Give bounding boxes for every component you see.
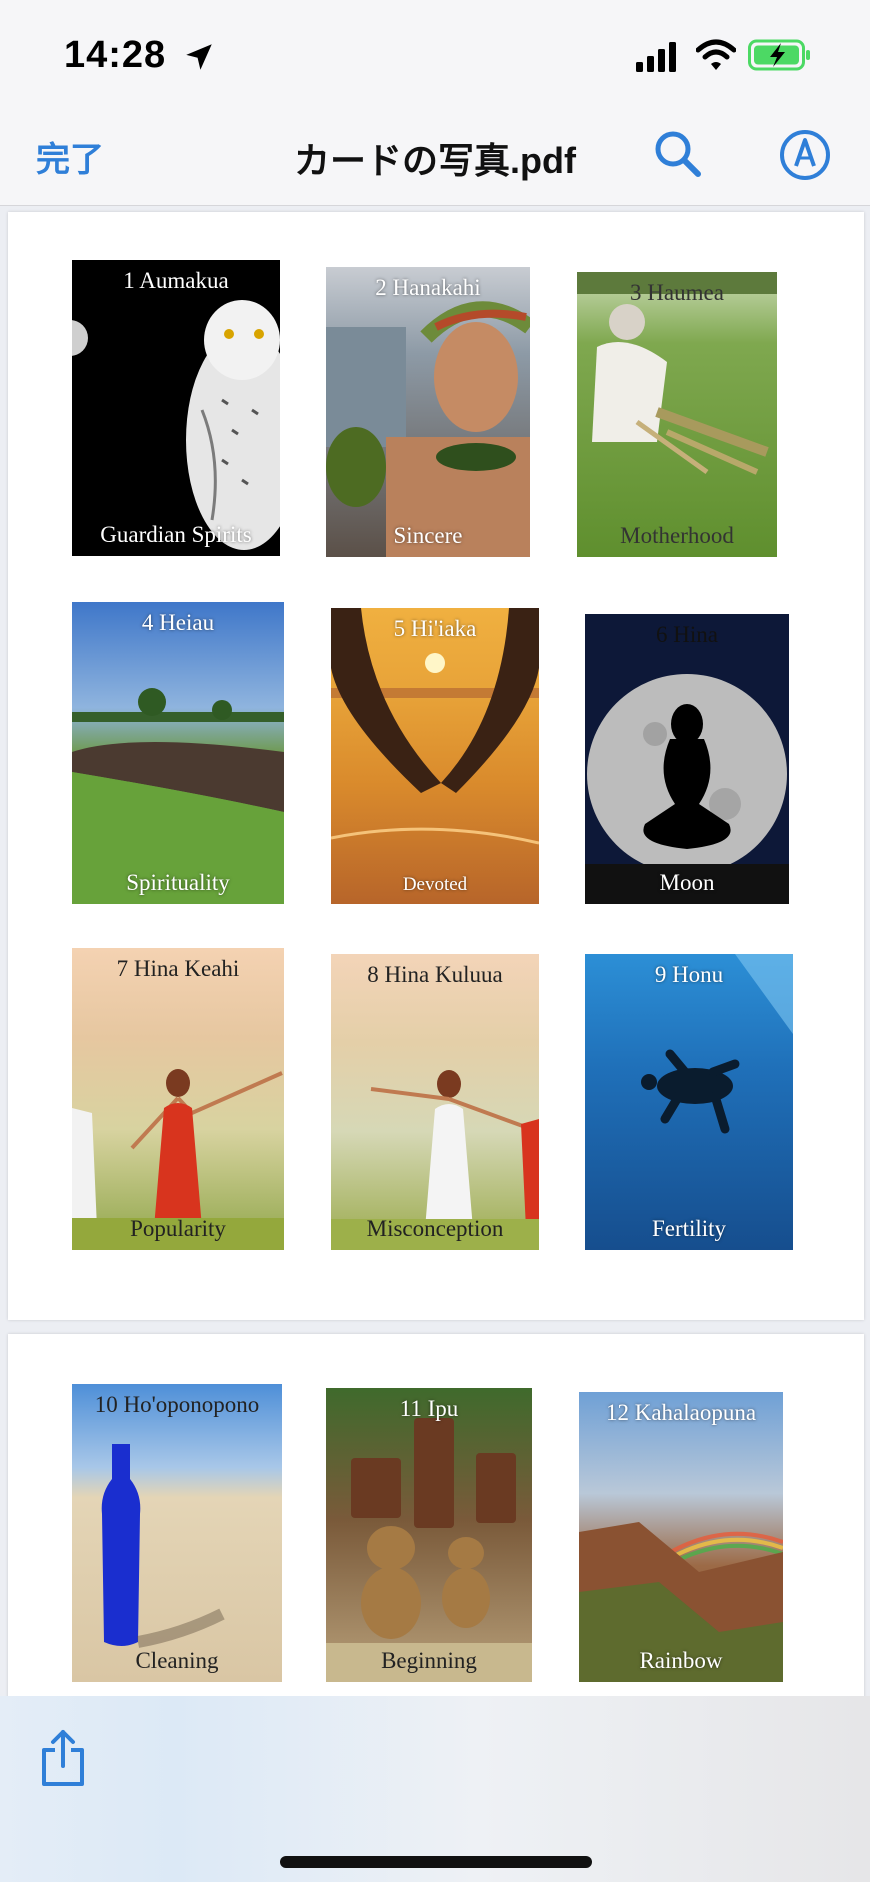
card-kahalaopuna: 12 Kahalaopuna Rainbow: [579, 1392, 783, 1682]
card-caption: Misconception: [366, 1216, 504, 1241]
card-aumakua: 1 Aumakua Guardian Spirits: [72, 260, 280, 556]
ipu-gourd-drums-image: [326, 1418, 532, 1682]
card-title: 11 Ipu: [399, 1396, 459, 1421]
sea-turtle-image: [641, 954, 793, 1134]
card-caption: Fertility: [651, 1216, 727, 1241]
card-title: 6 Hina: [656, 622, 718, 647]
card-hanakahi: 2 Hanakahi Sincere: [326, 267, 530, 557]
holding-hands-sunset-image: [331, 608, 539, 845]
card-honu: 9 Honu Fertility: [585, 954, 793, 1250]
hula-dancer-image: [326, 301, 530, 557]
status-bar: 14:28: [0, 0, 870, 110]
blue-bottle-image: [101, 1444, 225, 1648]
card-hina-keahi: 7 Hina Keahi Popularity: [72, 948, 284, 1250]
card-caption: Sincere: [393, 523, 463, 548]
markup-pen-icon[interactable]: [778, 128, 832, 182]
card-title: 7 Hina Keahi: [116, 956, 240, 981]
card-hina-kuluua: 8 Hina Kuluua Misconception: [331, 954, 539, 1250]
card-title: 3 Haumea: [630, 280, 724, 305]
card-title: 8 Hina Kuluua: [367, 962, 503, 987]
women-in-dresses-image: [72, 1069, 284, 1250]
bottom-toolbar: [0, 1696, 870, 1882]
pdf-page-2: 10 Ho'oponopono Cleaning 11 Ipu Beginnin…: [8, 1334, 864, 1714]
card-title: 9 Honu: [654, 962, 724, 987]
home-indicator: [280, 1856, 592, 1868]
card-caption: Moon: [659, 870, 715, 895]
card-hiiaka: 5 Hi'iaka Devoted: [331, 608, 539, 904]
battery-charging-icon: [748, 39, 810, 71]
card-caption: Cleaning: [135, 1648, 219, 1673]
location-arrow-icon: [186, 44, 212, 70]
card-heiau: 4 Heiau Spirituality: [72, 602, 284, 904]
search-icon[interactable]: [652, 128, 704, 180]
signal-icon: [636, 42, 676, 72]
card-haumea: 3 Haumea Motherhood: [577, 272, 777, 557]
card-caption: Rainbow: [639, 1648, 723, 1673]
elder-woman-weaving-image: [577, 272, 777, 475]
card-caption: Spirituality: [126, 870, 230, 895]
card-ipu: 11 Ipu Beginning: [326, 1388, 532, 1682]
card-title: 5 Hi'iaka: [393, 616, 477, 641]
card-caption: Motherhood: [620, 523, 734, 548]
nav-bar: 完了 カードの写真.pdf: [0, 110, 870, 206]
card-hooponopono: 10 Ho'oponopono Cleaning: [72, 1384, 282, 1682]
woman-in-white-dress-image: [331, 1070, 539, 1250]
card-title: 1 Aumakua: [123, 268, 229, 293]
card-hina: 6 Hina Moon: [585, 614, 789, 904]
card-caption: Beginning: [381, 1648, 477, 1673]
card-caption: Guardian Spirits: [100, 522, 252, 547]
card-caption: Devoted: [402, 874, 468, 895]
card-title: 10 Ho'oponopono: [94, 1392, 260, 1417]
card-title: 12 Kahalaopuna: [605, 1400, 757, 1425]
card-title: 2 Hanakahi: [375, 275, 481, 300]
moon-silhouette-image: [585, 674, 789, 904]
pdf-page-1: 1 Aumakua Guardian Spirits 2 Hanakahi Si…: [8, 212, 864, 1320]
heiau-temple-image: [72, 688, 284, 904]
rainbow-canyon-image: [579, 1522, 783, 1682]
card-title: 4 Heiau: [141, 610, 215, 635]
document-title: カードの写真.pdf: [294, 140, 576, 181]
wifi-icon: [696, 39, 736, 70]
card-caption: Popularity: [130, 1216, 226, 1241]
share-icon[interactable]: [38, 1728, 88, 1788]
owl-image: [72, 300, 280, 550]
status-time: 14:28: [64, 34, 167, 76]
